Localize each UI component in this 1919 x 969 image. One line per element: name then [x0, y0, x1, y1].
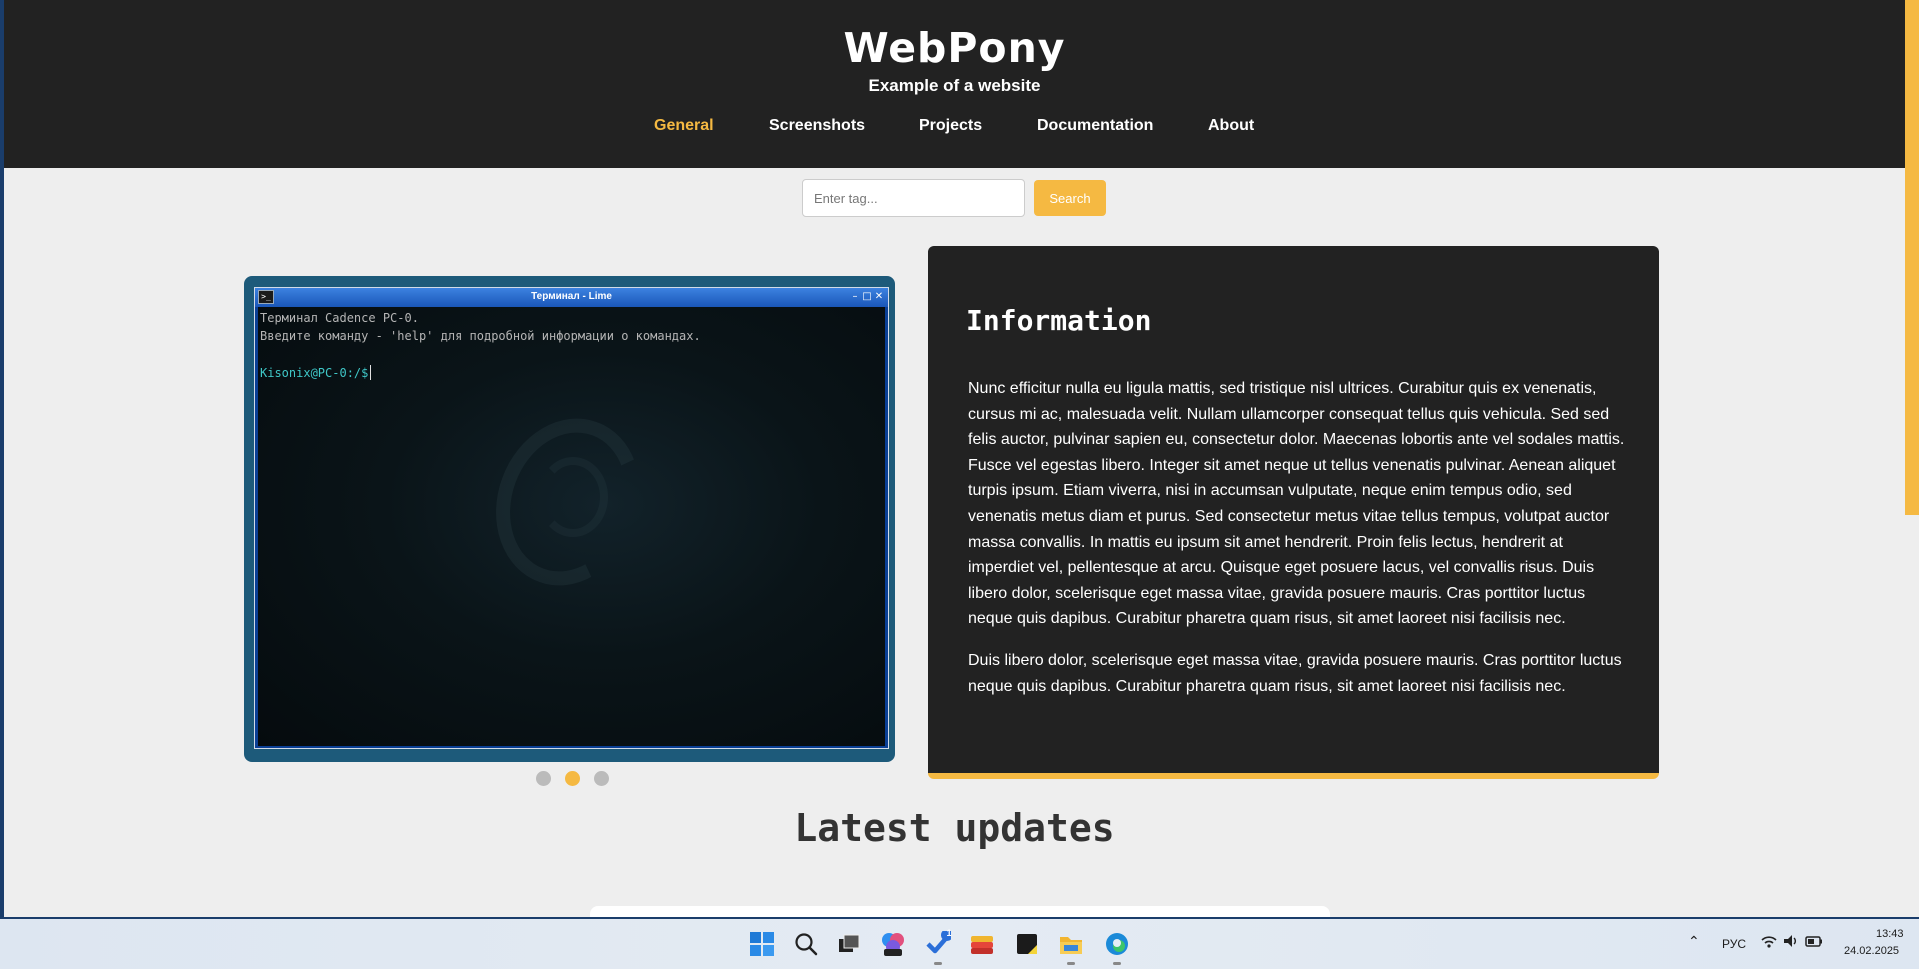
task-view-icon[interactable] — [836, 931, 862, 957]
chevron-up-icon[interactable]: ⌃ — [1688, 933, 1700, 950]
update-card — [590, 906, 1330, 917]
information-heading: Information — [966, 304, 1152, 337]
browser-viewport: WebPony Example of a website General Scr… — [4, 0, 1905, 917]
terminal-window-title: Терминал - Lime — [531, 291, 612, 302]
nav-general[interactable]: General — [654, 117, 714, 139]
battery-icon[interactable] — [1804, 932, 1824, 953]
carousel-dot-1[interactable] — [536, 771, 551, 786]
close-icon: ✕ — [874, 291, 884, 302]
m365-icon[interactable] — [880, 931, 906, 957]
language-indicator[interactable]: РУС — [1722, 937, 1746, 951]
running-indicator — [1067, 962, 1075, 965]
clock-time[interactable]: 13:43 — [1876, 928, 1904, 940]
terminal-body: Терминал Cadence PC-0. Введите команду -… — [258, 307, 885, 746]
file-explorer-icon[interactable] — [1058, 931, 1084, 957]
running-indicator — [934, 962, 942, 965]
nav-about[interactable]: About — [1208, 117, 1254, 139]
stacks-icon[interactable] — [969, 931, 995, 957]
terminal-line: Введите команду - 'help' для подробной и… — [260, 329, 701, 343]
nav-projects[interactable]: Projects — [919, 117, 982, 139]
site-header: WebPony Example of a website General Scr… — [4, 0, 1905, 168]
scrollbar-thumb[interactable] — [1905, 0, 1919, 515]
nav-screenshots[interactable]: Screenshots — [769, 117, 865, 139]
sticky-notes-icon[interactable] — [1014, 931, 1040, 957]
maximize-icon: □ — [862, 291, 872, 302]
site-title: WebPony — [843, 24, 1066, 72]
site-subtitle: Example of a website — [868, 76, 1041, 95]
taskbar: 1 ⌃ РУС 13:43 24.02.2025 — [0, 919, 1919, 969]
latest-updates-heading: Latest updates — [794, 806, 1115, 850]
search-icon[interactable] — [793, 931, 819, 957]
todo-icon[interactable]: 1 — [925, 928, 953, 957]
wifi-icon[interactable] — [1760, 932, 1778, 953]
information-paragraph: Nunc efficitur nulla eu ligula mattis, s… — [968, 380, 1625, 628]
tag-search-input[interactable] — [802, 179, 1025, 217]
todo-badge: 1 — [946, 928, 952, 938]
information-card: Information Nunc efficitur nulla eu ligu… — [928, 246, 1659, 779]
terminal-titlebar: >_ Терминал - Lime – □ ✕ — [255, 288, 888, 307]
text-cursor — [370, 365, 372, 380]
running-indicator — [1113, 962, 1121, 965]
terminal-screenshot: >_ Терминал - Lime – □ ✕ Терминал Cadenc… — [254, 287, 889, 749]
terminal-prompt-line: Kisonix@PC-0:/$ — [260, 365, 372, 380]
start-icon[interactable] — [749, 931, 775, 957]
nav-documentation[interactable]: Documentation — [1037, 117, 1153, 139]
carousel-dot-2[interactable] — [565, 771, 580, 786]
minimize-icon: – — [852, 291, 858, 302]
carousel-dot-3[interactable] — [594, 771, 609, 786]
terminal-line: Терминал Cadence PC-0. — [260, 311, 419, 325]
terminal-prompt: Kisonix@PC-0:/$ — [260, 366, 369, 380]
edge-icon[interactable] — [1104, 931, 1130, 957]
search-button[interactable]: Search — [1034, 180, 1106, 216]
clock-date[interactable]: 24.02.2025 — [1844, 945, 1899, 957]
information-paragraph: Duis libero dolor, scelerisque eget mass… — [968, 652, 1622, 695]
volume-icon[interactable] — [1782, 932, 1800, 953]
debian-swirl-inner — [538, 457, 608, 537]
